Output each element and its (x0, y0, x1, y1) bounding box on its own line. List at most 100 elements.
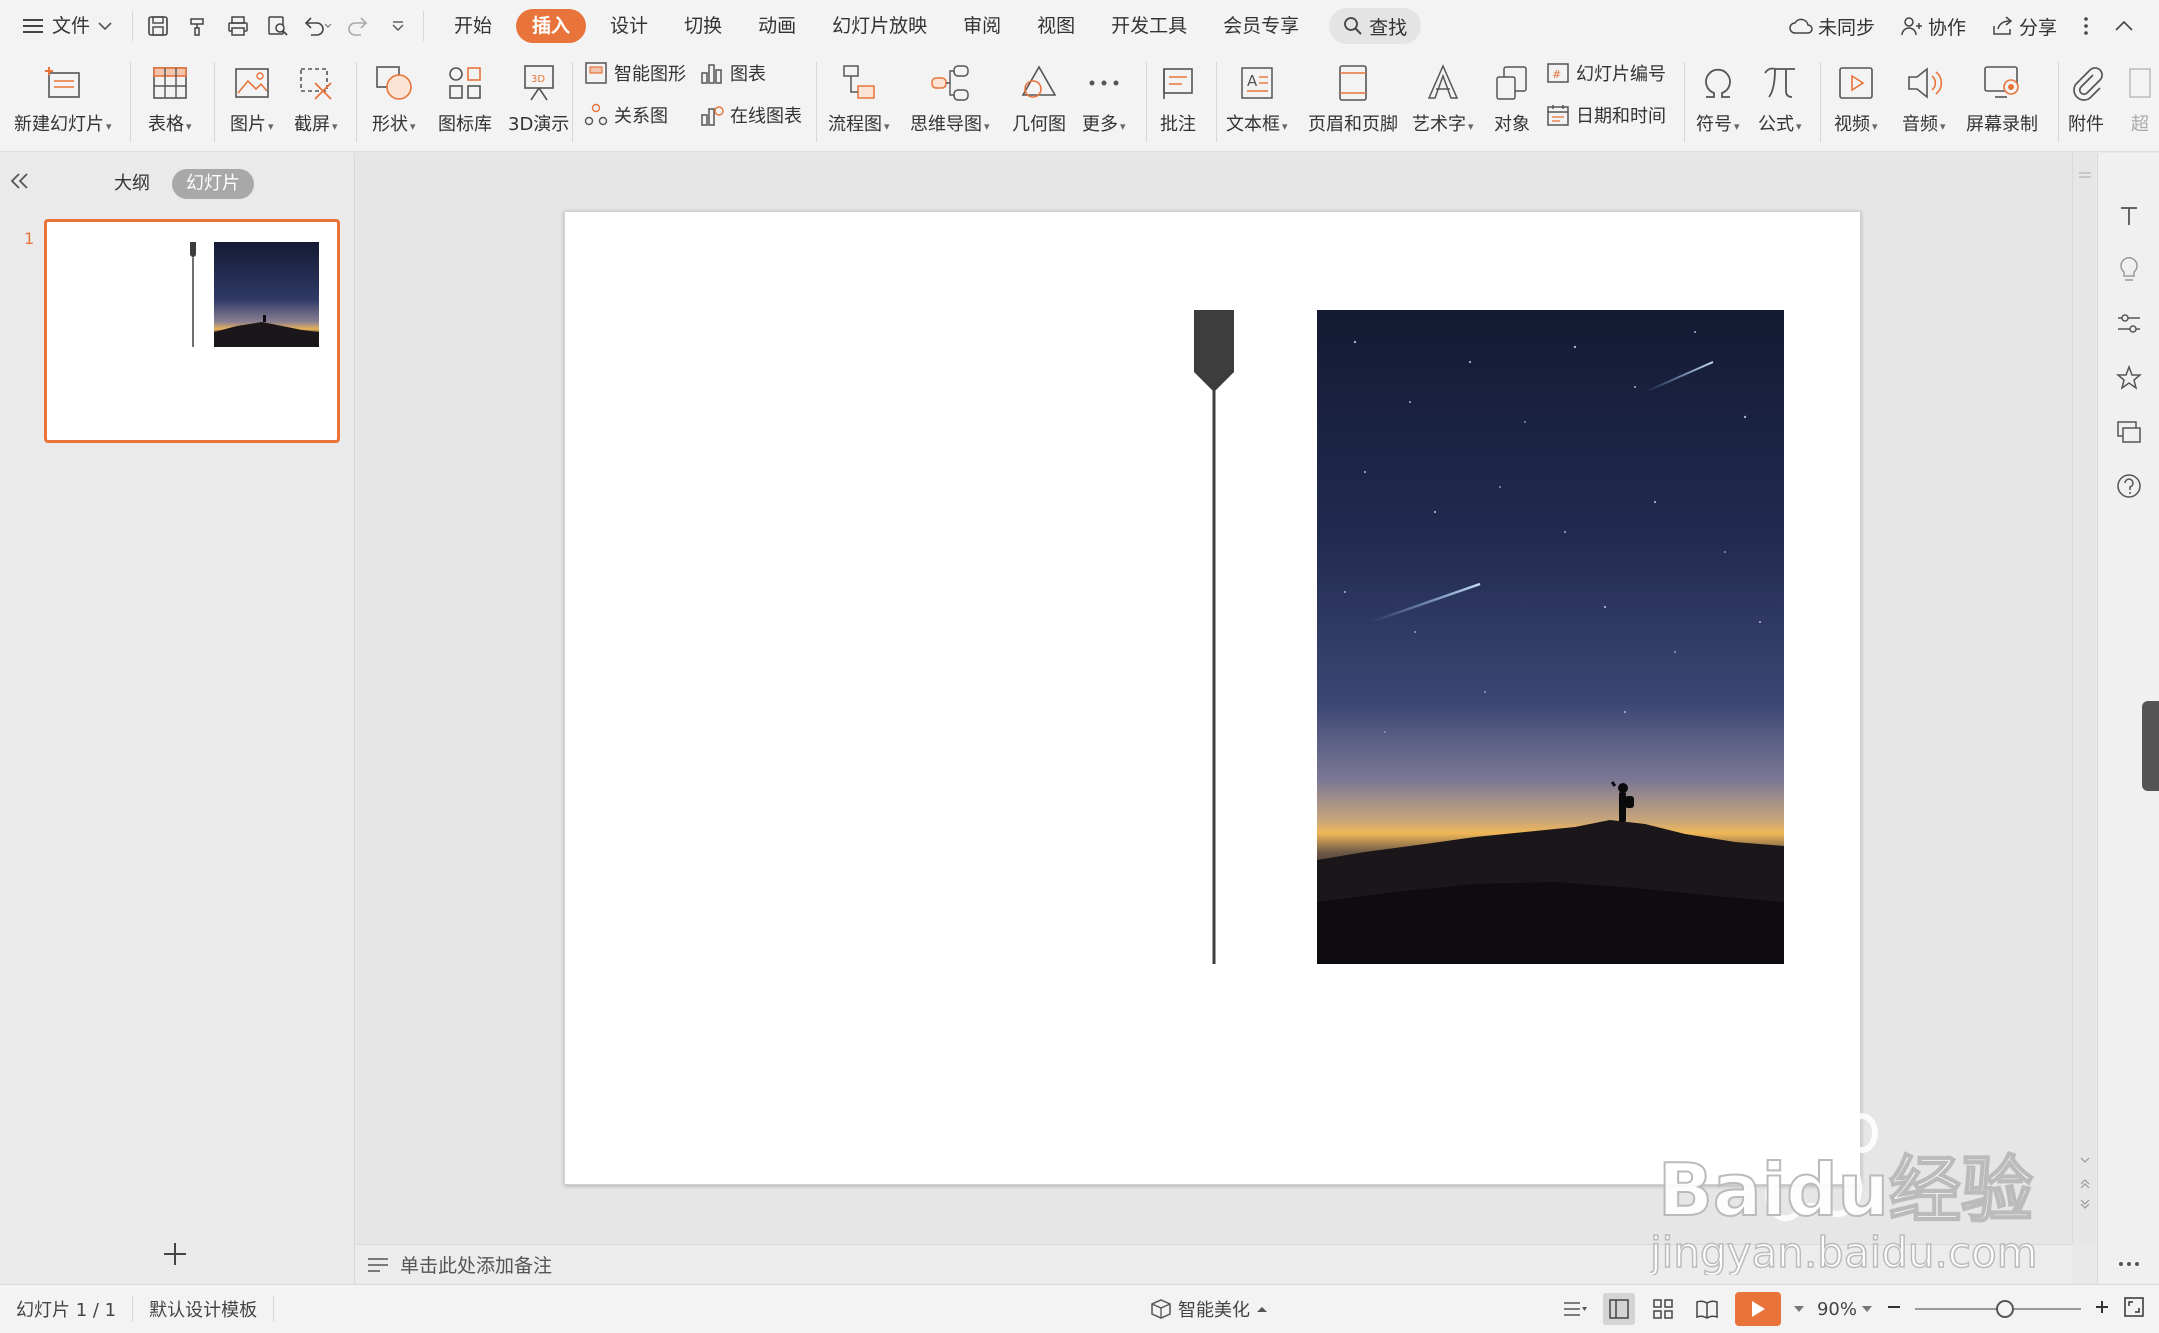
ribbon-separator (1216, 62, 1217, 142)
vertical-scrollbar[interactable] (2072, 153, 2096, 1243)
geometry-button[interactable]: 几何图 (1012, 60, 1066, 136)
smart-tip-button[interactable] (2114, 255, 2144, 285)
side-handle[interactable] (2142, 701, 2159, 791)
ribbon-overflow-label: 超 (2131, 114, 2149, 135)
tab-design[interactable]: 设计 (592, 9, 666, 43)
video-button[interactable]: 视频 ▾ (1834, 60, 1878, 136)
sync-status-button[interactable]: 未同步 (1779, 13, 1885, 40)
ribbon-separator (214, 62, 215, 142)
comment-button[interactable]: 批注 (1160, 60, 1196, 136)
tab-developer[interactable]: 开发工具 (1093, 9, 1205, 43)
tab-insert[interactable]: 插入 (516, 9, 587, 43)
print-preview-button[interactable] (261, 10, 295, 42)
relation-graph-button[interactable]: 关系图 (584, 102, 668, 128)
zoom-in-button[interactable] (2093, 1298, 2111, 1321)
object-icon (1496, 66, 1527, 100)
object-button[interactable]: 对象 (1494, 60, 1530, 136)
lightbulb-icon (2120, 257, 2138, 281)
formula-button[interactable]: 公式 ▾ (1758, 60, 1802, 136)
mindmap-icon (931, 65, 969, 101)
save-button[interactable] (141, 10, 175, 42)
tab-outline[interactable]: 大纲 (100, 169, 164, 199)
overflow-icon (2129, 68, 2151, 98)
date-time-button[interactable]: 日期和时间 (1546, 102, 1666, 128)
more-tools-button[interactable] (2114, 1249, 2144, 1279)
reading-view-button[interactable] (1691, 1293, 1723, 1325)
icon-library-button[interactable]: 图标库 (438, 60, 492, 136)
search-button[interactable]: 查找 (1329, 8, 1422, 44)
screen-record-button[interactable]: 屏幕录制 (1966, 60, 2038, 136)
wordart-label: 艺术字 (1412, 114, 1466, 135)
collapse-ribbon-button[interactable] (2105, 20, 2143, 32)
redo-button[interactable] (341, 10, 375, 42)
picture-button[interactable]: 图片 ▾ (230, 60, 274, 136)
symbol-button[interactable]: 符号 ▾ (1696, 60, 1740, 136)
ribbon-separator (2058, 62, 2059, 142)
header-footer-button[interactable]: 页眉和页脚 (1308, 60, 1398, 136)
tab-home[interactable]: 开始 (436, 9, 510, 43)
collaborate-button[interactable]: 协作 (1891, 13, 1976, 40)
mindmap-button[interactable]: 思维导图 ▾ (910, 60, 990, 136)
notes-input[interactable]: 单击此处添加备注 (356, 1244, 2072, 1284)
format-painter-button[interactable] (181, 10, 215, 42)
help-button[interactable] (2114, 471, 2144, 501)
customize-toolbar-button[interactable] (381, 10, 415, 42)
dropdown-arrow-icon: ▾ (1120, 120, 1126, 133)
design-template-button[interactable]: 默认设计模板 (133, 1296, 275, 1322)
zoom-knob[interactable] (1995, 1300, 2014, 1318)
zoom-level-dropdown[interactable]: 90% (1817, 1299, 1873, 1320)
print-button[interactable] (221, 10, 255, 42)
night-sky-photo[interactable] (1317, 310, 1784, 964)
zoom-slider[interactable] (1915, 1299, 2081, 1319)
slide-sorter-button[interactable] (1647, 1293, 1679, 1325)
audio-button[interactable]: 音频 ▾ (1902, 60, 1946, 136)
tab-animation[interactable]: 动画 (740, 9, 814, 43)
smart-graphic-button[interactable]: 智能图形 (584, 60, 686, 86)
properties-button[interactable] (2114, 309, 2144, 339)
animation-pane-button[interactable] (2114, 363, 2144, 393)
flowchart-button[interactable]: 流程图 ▾ (828, 60, 890, 136)
undo-button[interactable] (301, 10, 335, 42)
dropdown-arrow-icon: ▾ (1796, 120, 1802, 133)
screenshot-button[interactable]: 截屏 ▾ (294, 60, 338, 136)
play-slideshow-button[interactable] (1734, 1292, 1781, 1326)
table-button[interactable]: 表格 ▾ (148, 60, 192, 136)
more-button[interactable]: 更多 ▾ (1082, 60, 1126, 136)
zoom-out-button[interactable] (1885, 1298, 1903, 1321)
attachment-button[interactable]: 附件 (2068, 60, 2104, 136)
new-slide-button[interactable]: 新建幻灯片 ▾ (14, 60, 112, 136)
textbox-button[interactable]: A 文本框 ▾ (1226, 60, 1288, 136)
tab-view[interactable]: 视图 (1019, 9, 1093, 43)
file-menu-button[interactable]: 文件 (0, 8, 132, 44)
more-options-button[interactable] (2073, 16, 2099, 36)
normal-view-button[interactable] (1602, 1293, 1635, 1325)
fit-window-button[interactable] (2123, 1296, 2145, 1323)
slide-thumbnail[interactable] (44, 219, 340, 443)
paperclip-icon (2073, 67, 2103, 101)
share-button[interactable]: 分享 (1982, 13, 2067, 40)
bookmark-marker[interactable] (1194, 310, 1234, 964)
tab-transition[interactable]: 切换 (666, 9, 740, 43)
collapse-panel-button[interactable] (8, 169, 32, 193)
dropdown-arrow-icon: ▾ (884, 120, 890, 133)
wordart-button[interactable]: 艺术字 ▾ (1412, 60, 1474, 136)
tab-slides[interactable]: 幻灯片 (172, 169, 254, 199)
add-slide-button[interactable] (160, 1239, 190, 1269)
slide-number-button[interactable]: # 幻灯片编号 (1546, 60, 1666, 86)
textbox-label: 文本框 (1226, 114, 1280, 135)
shape-button[interactable]: 形状 ▾ (372, 60, 416, 136)
tab-review[interactable]: 审阅 (945, 9, 1019, 43)
slide-canvas[interactable] (564, 211, 1861, 1185)
online-chart-button[interactable]: 在线图表 (700, 102, 802, 128)
chart-button[interactable]: 图表 (700, 60, 766, 86)
smart-beautify-button[interactable]: 智能美化 (1150, 1296, 1268, 1322)
demo-3d-button[interactable]: 3D 3D演示 (508, 60, 569, 136)
ribbon-overflow-button[interactable]: 超 (2128, 60, 2152, 136)
tab-slideshow[interactable]: 幻灯片放映 (814, 9, 945, 43)
svg-text:A: A (1247, 72, 1258, 90)
notes-view-button[interactable] (1559, 1293, 1591, 1325)
text-style-button[interactable] (2114, 201, 2144, 231)
tab-member[interactable]: 会员专享 (1205, 9, 1317, 43)
chevron-down-icon[interactable] (1793, 1305, 1805, 1313)
transition-pane-button[interactable] (2114, 417, 2144, 447)
